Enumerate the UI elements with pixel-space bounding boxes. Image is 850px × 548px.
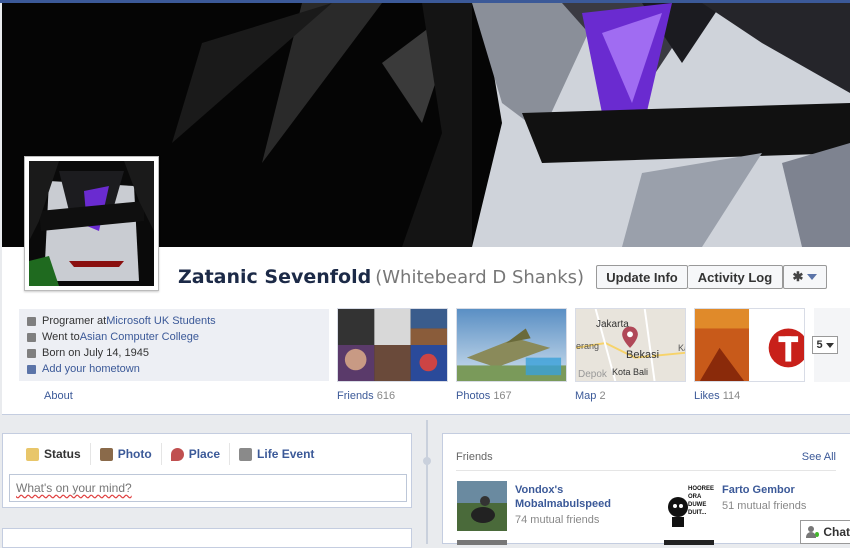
calendar-icon — [27, 348, 36, 358]
friends-box-title[interactable]: Friends — [456, 451, 493, 463]
friends-app-thumb[interactable] — [337, 308, 448, 382]
more-apps-button[interactable]: 5 — [812, 336, 838, 354]
place-pin-icon — [170, 447, 184, 461]
map-label-erang: erang — [576, 341, 600, 351]
chevron-down-icon — [825, 342, 834, 348]
friend-mutual-count: 51 mutual friends — [722, 500, 807, 512]
tab-status-label: Status — [44, 447, 81, 461]
work-link[interactable]: Microsoft UK Students — [106, 315, 215, 327]
update-info-button[interactable]: Update Info — [596, 265, 688, 289]
education-link[interactable]: Asian Computer College — [80, 331, 199, 343]
friend-mutual-count: 74 mutual friends — [515, 514, 600, 526]
tab-photo-label: Photo — [117, 447, 152, 461]
map-tab-label: Map — [575, 390, 597, 402]
hometown-info: Add your hometown — [27, 361, 329, 377]
friends-box: Friends See All Vondox's Mobalmabulspeed… — [442, 433, 850, 545]
likes-count: 114 — [722, 390, 741, 402]
chat-user-icon — [806, 526, 817, 538]
life-event-icon — [239, 447, 253, 461]
chat-bar-button[interactable]: Chat — [800, 520, 850, 544]
friends-tab-label: Friends — [337, 390, 374, 402]
status-input[interactable]: What's on your mind? — [9, 474, 407, 502]
map-label-ka: Ka — [678, 343, 685, 353]
profile-name-text: Zatanic Sevenfold — [178, 266, 372, 288]
activity-log-button[interactable]: Activity Log — [688, 265, 783, 289]
alternate-name: (Whitebeard D Shanks) — [375, 267, 585, 288]
birthday-text: Born on July 14, 1945 — [42, 347, 150, 359]
home-icon — [27, 364, 36, 374]
friends-box-divider — [456, 470, 836, 471]
tab-photo[interactable]: Photo — [91, 443, 162, 465]
map-label-kota-bali: Kota Bali — [612, 367, 649, 377]
friend-name-link[interactable]: Farto Gembor — [722, 483, 795, 497]
friend-avatar[interactable] — [457, 540, 507, 545]
photos-tab-label: Photos — [456, 390, 491, 402]
settings-dropdown-button[interactable]: ✱ — [783, 265, 827, 289]
tab-life-event[interactable]: Life Event — [230, 443, 323, 465]
profile-picture[interactable] — [24, 156, 159, 291]
photo-icon — [99, 447, 113, 461]
chevron-down-icon — [807, 274, 818, 280]
map-label-jakarta: Jakarta — [596, 319, 629, 330]
friends-tab[interactable]: Friends 616 — [337, 390, 395, 402]
chat-label: Chat — [823, 525, 850, 539]
photos-app-thumb[interactable] — [456, 308, 567, 382]
education-prefix: Went to — [42, 331, 80, 343]
status-composer: Status Photo Place Life Event What's on … — [2, 433, 412, 508]
status-icon — [26, 447, 39, 461]
briefcase-icon — [27, 316, 36, 326]
next-post-card — [2, 528, 412, 548]
photos-count: 167 — [493, 390, 512, 402]
graduation-icon — [27, 332, 36, 342]
birthday-info: Born on July 14, 1945 — [27, 345, 329, 361]
friends-count: 616 — [376, 390, 396, 402]
friend-avatar[interactable]: HOOREE... ORA DUWE DUIT... — [664, 481, 714, 531]
friend-avatar[interactable] — [664, 540, 714, 545]
map-count: 2 — [599, 390, 606, 402]
timeline-dot — [423, 457, 431, 465]
likes-app-thumb[interactable] — [694, 308, 805, 382]
map-app-thumb[interactable]: Jakarta Bekasi Kota Bali erang Depok Ka — [575, 308, 686, 382]
education-info: Went to Asian Computer College — [27, 329, 329, 345]
map-tab[interactable]: Map 2 — [575, 390, 606, 402]
friend-avatar-caption: HOOREE... ORA DUWE DUIT... — [688, 486, 714, 516]
composer-tabs: Status Photo Place Life Event — [3, 434, 411, 474]
profile-name: Zatanic Sevenfold (Whitebeard D Shanks) — [178, 266, 584, 288]
tab-life-event-label: Life Event — [257, 447, 315, 461]
about-info-box: Programer at Microsoft UK Students Went … — [19, 309, 329, 381]
tab-place[interactable]: Place — [162, 443, 231, 465]
tab-place-label: Place — [188, 447, 221, 461]
about-tab[interactable]: About — [44, 390, 73, 402]
tab-status[interactable]: Status — [17, 443, 91, 465]
friend-avatar[interactable] — [457, 481, 507, 531]
friend-name-link[interactable]: Vondox's Mobalmabulspeed — [515, 483, 635, 511]
map-label-depok: Depok — [578, 369, 607, 380]
more-apps-count: 5 — [816, 339, 823, 351]
work-info: Programer at Microsoft UK Students — [27, 313, 329, 329]
map-label-bekasi: Bekasi — [626, 349, 660, 361]
timeline-line — [426, 420, 428, 544]
work-prefix: Programer at — [42, 315, 107, 327]
add-hometown-link[interactable]: Add your hometown — [42, 363, 140, 375]
see-all-link[interactable]: See All — [802, 451, 836, 463]
photos-tab[interactable]: Photos 167 — [456, 390, 512, 402]
likes-tab[interactable]: Likes 114 — [694, 390, 740, 402]
gear-icon: ✱ — [792, 269, 804, 284]
likes-tab-label: Likes — [694, 390, 720, 402]
